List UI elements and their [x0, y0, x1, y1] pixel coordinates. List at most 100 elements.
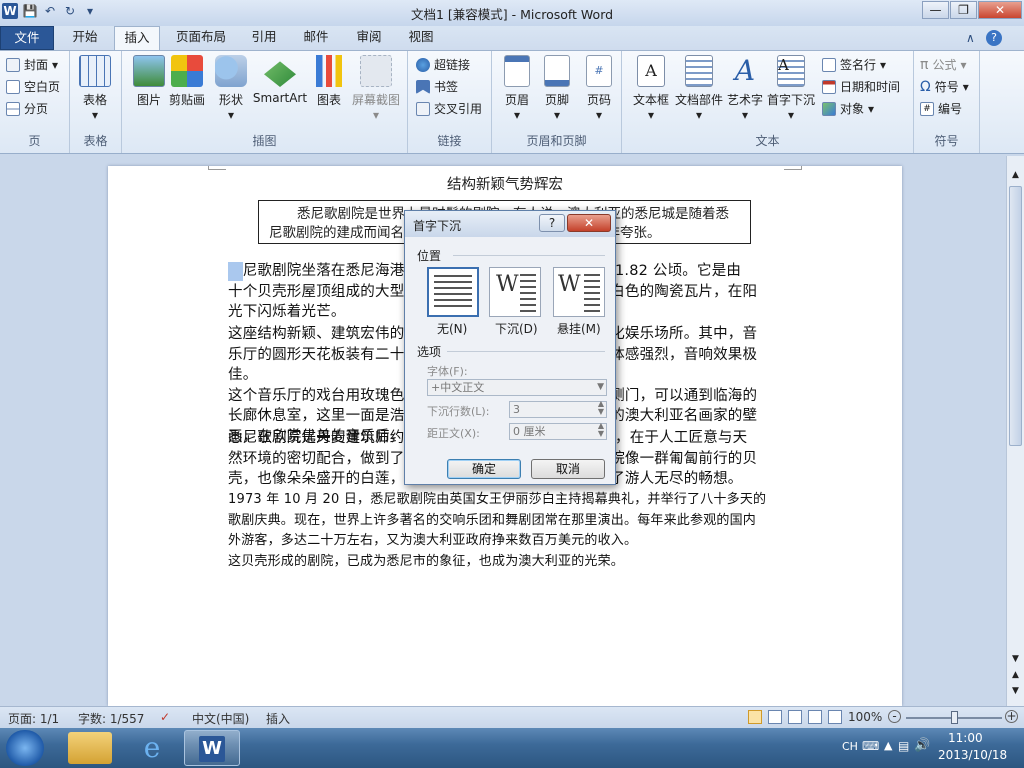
dropdown-arrow-icon: ▼	[597, 382, 604, 392]
outline-view-icon[interactable]	[808, 710, 822, 724]
word-count[interactable]: 字数: 1/557	[78, 710, 144, 727]
option-none-label[interactable]: 无(N)	[437, 320, 467, 337]
ribbon: 封面 ▾ 空白页 分页 页 表格 ▾ 表格 图片 剪贴画 形状 ▾ SmartArt …	[0, 50, 1024, 154]
cover-page-button[interactable]: 封面 ▾	[6, 55, 58, 75]
quick-parts-button[interactable]: 文档部件 ▾	[672, 55, 726, 122]
zoom-slider-thumb[interactable]	[951, 711, 958, 724]
status-bar: 页面: 1/1 字数: 1/557 ✓ 中文(中国) 插入 100% - +	[0, 706, 1024, 728]
cross-reference-button[interactable]: 交叉引用	[416, 99, 482, 119]
proofing-icon[interactable]: ✓	[160, 710, 170, 724]
tab-insert[interactable]: 插入	[114, 26, 160, 50]
option-dropped-label[interactable]: 下沉(D)	[495, 320, 538, 337]
network-icon[interactable]: ▤	[898, 739, 909, 753]
left-margin-area	[0, 166, 24, 706]
minimize-ribbon-icon[interactable]: ∧	[966, 31, 975, 45]
tab-view[interactable]: 视图	[398, 26, 444, 50]
page-number-icon: #	[586, 55, 612, 87]
bookmark-button[interactable]: 书签	[416, 77, 458, 97]
draft-view-icon[interactable]	[828, 710, 842, 724]
word-taskbar-button[interactable]: W	[184, 730, 240, 766]
drop-cap-button[interactable]: A 首字下沉 ▾	[764, 55, 818, 122]
ribbon-tabs: 文件 开始 插入 页面布局 引用 邮件 审阅 视图 ∧ ?	[0, 26, 1024, 50]
scroll-down-icon[interactable]: ▼	[1009, 654, 1022, 666]
help-icon[interactable]: ?	[539, 214, 565, 232]
header-footer-group-label: 页眉和页脚	[526, 134, 587, 148]
page-break-icon	[6, 102, 20, 116]
start-button[interactable]	[6, 730, 44, 766]
table-button[interactable]: 表格 ▾	[70, 55, 120, 122]
title-bar: W 💾 ↶ ↻ ▾ 文档1 [兼容模式] - Microsoft Word — …	[0, 0, 1024, 26]
help-icon[interactable]: ?	[986, 30, 1002, 46]
close-icon[interactable]: ✕	[567, 214, 611, 232]
clip-art-button[interactable]: 剪贴画	[162, 55, 212, 108]
page-count[interactable]: 页面: 1/1	[8, 710, 59, 727]
next-page-icon[interactable]: ▼	[1009, 686, 1022, 698]
table-group-label: 表格	[83, 134, 108, 148]
hyperlink-button[interactable]: 超链接	[416, 55, 470, 75]
scrollbar-thumb[interactable]	[1009, 186, 1022, 446]
object-button[interactable]: 对象 ▾	[822, 99, 874, 119]
bookmark-icon	[416, 80, 430, 94]
distance-from-text-input[interactable]: 0 厘米 ▲ ▼	[509, 422, 607, 440]
zoom-out-icon[interactable]: -	[888, 710, 901, 723]
tab-mailings[interactable]: 邮件	[294, 26, 338, 50]
lines-to-drop-label: 下沉行数(L):	[427, 405, 490, 418]
clock-time[interactable]: 11:00	[948, 731, 983, 745]
table-icon	[79, 55, 111, 87]
minimize-button[interactable]: —	[922, 1, 949, 19]
text-lines-graphic	[584, 274, 600, 312]
equation-button[interactable]: π 公式 ▾	[920, 55, 966, 75]
signature-line-button[interactable]: 签名行 ▾	[822, 55, 886, 75]
numbering-button[interactable]: # 编号	[920, 99, 962, 119]
screenshot-button[interactable]: 屏幕截图 ▾	[348, 55, 404, 122]
tab-review[interactable]: 审阅	[346, 26, 392, 50]
text-box-button[interactable]: A 文本框 ▾	[626, 55, 676, 122]
zoom-in-icon[interactable]: +	[1005, 710, 1018, 723]
symbol-button[interactable]: Ω 符号 ▾	[920, 77, 969, 97]
volume-icon[interactable]: 🔊	[914, 738, 930, 753]
lines-to-drop-input[interactable]: 3 ▲ ▼	[509, 400, 607, 418]
insert-mode-indicator[interactable]: 插入	[266, 710, 290, 727]
zoom-level[interactable]: 100%	[848, 710, 882, 724]
language-indicator[interactable]: 中文(中国)	[192, 710, 249, 727]
input-language[interactable]: CH	[842, 740, 858, 753]
vertical-scrollbar[interactable]: ▲ ▼ ▲ ▼	[1006, 156, 1024, 706]
word-icon: W	[199, 736, 225, 762]
previous-page-icon[interactable]: ▲	[1009, 670, 1022, 682]
tab-home[interactable]: 开始	[60, 26, 110, 50]
text-line: 歌剧庆典。现在，世界上许多著名的交响乐团和舞剧团常在那里演出。每年来此参观的国内	[228, 512, 757, 528]
print-layout-view-icon[interactable]	[748, 710, 762, 724]
scroll-up-icon[interactable]: ▲	[1009, 170, 1022, 182]
smartart-button[interactable]: SmartArt	[252, 55, 308, 105]
wordart-icon: A	[734, 54, 756, 87]
page-break-button[interactable]: 分页	[6, 99, 48, 119]
shapes-button[interactable]: 形状 ▾	[206, 55, 256, 122]
chart-button[interactable]: 图表	[304, 55, 354, 108]
tab-file[interactable]: 文件	[0, 26, 54, 50]
option-none[interactable]	[427, 267, 479, 317]
quick-parts-icon	[685, 55, 713, 87]
ie-taskbar-icon[interactable]: e	[130, 732, 174, 764]
picture-icon	[133, 55, 165, 87]
tray-expand-icon[interactable]: ▲	[884, 739, 892, 752]
tab-references[interactable]: 引用	[242, 26, 286, 50]
option-dropped[interactable]: W	[489, 267, 541, 317]
wordart-button[interactable]: A 艺术字 ▾	[720, 54, 770, 123]
full-screen-view-icon[interactable]	[768, 710, 782, 724]
text-line: 1973 年 10 月 20 日，悉尼歌剧院由英国女王伊丽莎白主持揭幕典礼，并举…	[228, 492, 767, 507]
option-in-margin-label[interactable]: 悬挂(M)	[557, 320, 601, 337]
font-select[interactable]: +中文正文 ▼	[427, 379, 607, 396]
blank-page-button[interactable]: 空白页	[6, 77, 60, 97]
cancel-button[interactable]: 取消	[531, 459, 605, 479]
close-button[interactable]: ✕	[978, 1, 1022, 19]
maximize-button[interactable]: ❐	[950, 1, 977, 19]
keyboard-icon[interactable]: ⌨	[862, 739, 879, 753]
tab-page-layout[interactable]: 页面布局	[166, 26, 236, 50]
date-time-button[interactable]: 日期和时间	[822, 77, 900, 97]
page-number-button[interactable]: # 页码 ▾	[574, 55, 624, 122]
ok-button[interactable]: 确定	[447, 459, 521, 479]
option-in-margin[interactable]: W	[553, 267, 605, 317]
explorer-taskbar-icon[interactable]	[68, 732, 112, 764]
clock-date[interactable]: 2013/10/18	[938, 748, 1007, 762]
web-layout-view-icon[interactable]	[788, 710, 802, 724]
